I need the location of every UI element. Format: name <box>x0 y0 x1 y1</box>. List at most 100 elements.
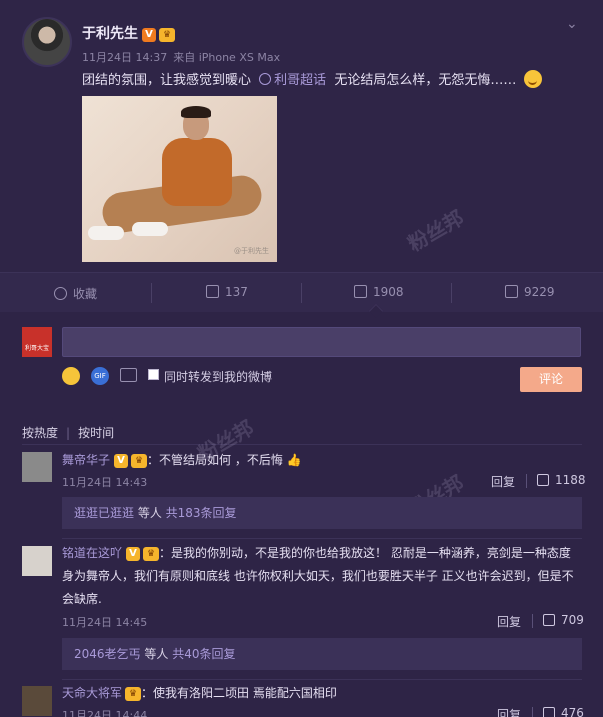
comment-sort-tabs: 按热度 | 按时间 <box>22 424 114 441</box>
comment-like-count: 709 <box>561 613 584 627</box>
photo-watermark: @于利先生 <box>234 247 269 255</box>
sub-replies-summary[interactable]: 2046老乞丐 等人 共40条回复 <box>62 638 582 670</box>
action-divider <box>151 283 152 303</box>
favorite-button[interactable]: 收藏 <box>54 285 97 302</box>
comment-time: 11月24日 14:44 <box>62 709 148 717</box>
comment-time: 11月24日 14:43 <box>62 476 148 489</box>
comment-button[interactable]: 1908 <box>354 285 404 299</box>
repost-icon <box>206 285 219 298</box>
photo-shoe-right <box>132 222 168 236</box>
reply-button[interactable]: 回复 <box>497 613 521 630</box>
commenter-name[interactable]: 铭道在这吖 <box>62 546 122 560</box>
like-button[interactable]: 9229 <box>505 285 555 299</box>
comment-count: 1908 <box>373 285 404 299</box>
photo-figure-shirt <box>162 138 232 206</box>
thumbs-up-icon <box>537 474 549 486</box>
tab-sort-time[interactable]: 按时间 <box>78 426 114 440</box>
page-watermark: 粉丝邦 <box>403 205 468 257</box>
thumbs-up-icon <box>505 285 518 298</box>
sub-reply-text: 等人 <box>140 647 173 661</box>
photo-figure-hair <box>181 106 211 118</box>
verified-badge-icon: V <box>142 28 156 42</box>
grinning-emoji-icon <box>524 70 543 88</box>
post-photo[interactable]: @于利先生 <box>82 96 277 262</box>
commenter-avatar[interactable] <box>22 452 52 482</box>
comment-input[interactable] <box>62 327 581 357</box>
post-body: 于利先生 V ♛ ⌄ 11月24日 14:37 来自 iPhone XS Max 团结… <box>0 0 603 272</box>
reply-like-separator <box>532 614 533 628</box>
comment-text: 铭道在这吖 V ♛ ：是我的你别动，不是我的你也给我放这！ 忍耐是一种涵养，亮剑是一种… <box>62 544 571 561</box>
comment-like-button[interactable]: 709 <box>543 613 584 627</box>
author-name[interactable]: 于利先生 <box>82 26 138 42</box>
vip-crown-icon: ♛ <box>159 28 175 42</box>
thumbs-up-icon <box>543 707 555 717</box>
sub-replies-summary[interactable]: 逛逛已逛逛 等人 共183条回复 <box>62 497 582 529</box>
comment-time: 11月24日 14:45 <box>62 616 148 629</box>
comment-separator <box>62 538 582 539</box>
commenter-name[interactable]: 天命大将军 <box>62 686 122 700</box>
verified-badge-icon: V <box>114 454 129 468</box>
comment-like-count: 1188 <box>555 473 586 487</box>
photo-shoe-left <box>88 226 124 240</box>
comment-body: ：使我有洛阳二顷田 焉能配六国相印 <box>141 686 337 700</box>
comment-like-count: 476 <box>561 706 584 717</box>
repost-checkbox[interactable] <box>148 369 159 380</box>
chevron-down-icon[interactable]: ⌄ <box>566 16 578 32</box>
image-upload-icon[interactable] <box>120 368 137 382</box>
vip-crown-icon: ♛ <box>125 687 142 701</box>
sub-reply-user[interactable]: 逛逛已逛逛 <box>74 506 134 520</box>
weibo-post-card: 于利先生 V ♛ ⌄ 11月24日 14:37 来自 iPhone XS Max 团结… <box>0 0 603 717</box>
sub-reply-count[interactable]: 共40条回复 <box>172 647 235 661</box>
author-avatar[interactable] <box>22 17 72 67</box>
post-date[interactable]: 11月24日 14:37 <box>82 51 167 64</box>
comment-like-button[interactable]: 476 <box>543 706 584 717</box>
comment-text: 天命大将军 ♛ ：使我有洛阳二顷田 焉能配六国相印 <box>62 684 337 701</box>
super-topic-link[interactable]: 利哥超话 <box>259 73 326 88</box>
repost-checkbox-label[interactable]: 同时转发到我的微博 <box>164 368 272 385</box>
comment-separator <box>62 679 582 680</box>
like-count: 9229 <box>524 285 555 299</box>
vip-crown-icon: ♛ <box>131 454 148 468</box>
repost-count: 137 <box>225 285 248 299</box>
post-text: 团结的氛围，让我感觉到暖心 利哥超话 无论结局怎么样，无怨无悔…… <box>82 69 543 88</box>
comment-body: ：不管结局如何 ，不后悔 <box>147 453 283 467</box>
comment-icon <box>354 285 367 298</box>
gif-picker-icon[interactable]: GIF <box>91 367 109 385</box>
comment-body-line1: ：是我的你别动，不是我的你也给我放这！ 忍耐是一种涵养，亮剑是一种态度 <box>159 546 571 560</box>
reply-like-separator <box>526 474 527 488</box>
action-divider <box>451 283 452 303</box>
thumbs-up-emoji-icon: 👍 <box>286 453 302 467</box>
post-text-before: 团结的氛围，让我感觉到暖心 <box>82 73 252 88</box>
star-icon <box>54 287 67 300</box>
reply-button[interactable]: 回复 <box>491 473 515 490</box>
sub-reply-count[interactable]: 共183条回复 <box>166 506 237 520</box>
super-topic-label[interactable]: 利哥超话 <box>274 73 326 88</box>
favorite-label: 收藏 <box>73 287 98 301</box>
post-text-after: 无论结局怎么样，无怨无悔…… <box>334 73 517 88</box>
thumbs-up-icon <box>543 614 555 626</box>
comment-text: 舞帝华子 V ♛ ：不管结局如何 ，不后悔 👍 <box>62 451 302 468</box>
reply-button[interactable]: 回复 <box>497 706 521 717</box>
post-meta: 11月24日 14:37 来自 iPhone XS Max <box>82 49 286 65</box>
sort-divider <box>22 444 582 445</box>
emoji-picker-icon[interactable] <box>62 367 80 385</box>
commenter-name[interactable]: 舞帝华子 <box>62 453 110 467</box>
reply-like-separator <box>532 707 533 717</box>
commenter-avatar[interactable] <box>22 686 52 716</box>
commenter-avatar[interactable] <box>22 546 52 576</box>
vip-crown-icon: ♛ <box>143 547 160 561</box>
repost-button[interactable]: 137 <box>206 285 248 299</box>
comment-body-line2: 身为舞帝人，我们有原则和底线 也许你权利大如天，我们也要胜天半子 正义也许会迟到… <box>62 569 574 583</box>
tab-sort-hot[interactable]: 按热度 <box>22 426 58 440</box>
submit-comment-button[interactable]: 评论 <box>520 367 582 392</box>
sub-reply-user[interactable]: 2046老乞丐 <box>74 647 141 661</box>
sort-separator: | <box>66 426 71 440</box>
comment-body-line3: 会缺席. <box>62 592 102 606</box>
sub-reply-text: 等人 <box>134 506 166 520</box>
comment-like-button[interactable]: 1188 <box>537 473 586 487</box>
verified-badge-icon: V <box>126 547 141 561</box>
author-line: 于利先生 V ♛ <box>82 23 175 43</box>
post-source: 来自 iPhone XS Max <box>173 51 281 64</box>
action-divider <box>301 283 302 303</box>
post-action-bar: 收藏 137 1908 9229 <box>0 272 603 312</box>
